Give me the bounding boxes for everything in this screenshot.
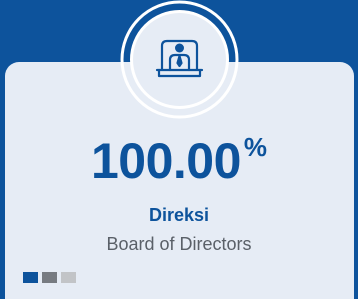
pagination-dot-1[interactable] (23, 272, 38, 283)
boardroom-director-icon (120, 0, 239, 119)
pagination-dots (23, 272, 76, 283)
metric-label-indonesian: Direksi (148, 205, 210, 225)
stat-panel: 100.00% Direksi Board of Directors (0, 0, 358, 299)
metric-label-english: Board of Directors (106, 234, 252, 254)
pagination-dot-2[interactable] (42, 272, 57, 283)
pagination-dot-3[interactable] (61, 272, 76, 283)
percentage-number: 100.00 (90, 133, 241, 189)
percentage-unit: % (243, 132, 268, 162)
director-icon-badge (120, 0, 239, 119)
percentage-value: 100.00% (0, 132, 358, 190)
